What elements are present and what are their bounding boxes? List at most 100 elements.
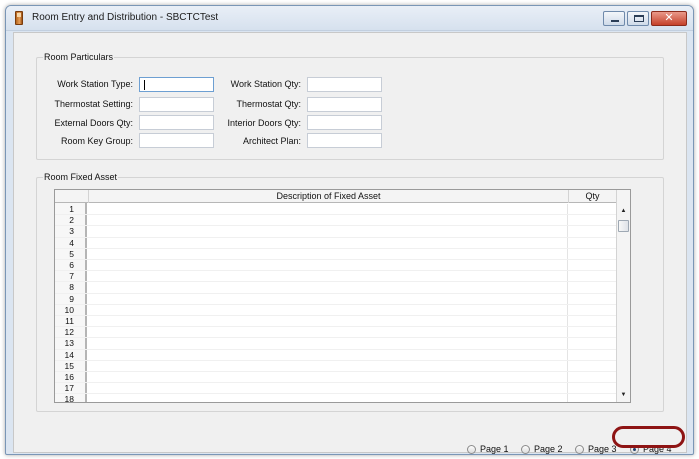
description-cell[interactable] (89, 360, 568, 371)
description-cell[interactable] (89, 215, 568, 226)
description-cell[interactable] (89, 237, 568, 248)
row-number-header (55, 190, 89, 203)
window-title: Room Entry and Distribution - SBCTCTest (32, 12, 219, 23)
table-row[interactable]: 7 (55, 271, 617, 283)
description-cell[interactable] (89, 349, 568, 360)
row-number: 2 (69, 215, 74, 226)
work-station-qty-label: Work Station Qty: (230, 79, 301, 89)
description-cell[interactable] (89, 304, 568, 315)
page-1-radio[interactable] (467, 445, 476, 454)
row-number: 17 (64, 383, 74, 394)
table-row[interactable]: 9 (55, 293, 617, 305)
description-cell[interactable] (89, 293, 568, 304)
thermostat-qty-label: Thermostat Qty: (236, 99, 301, 109)
table-row[interactable]: 8 (55, 282, 617, 294)
table-row[interactable]: 6 (55, 260, 617, 272)
text-caret (144, 80, 145, 90)
window-controls: ✕ (601, 11, 687, 26)
description-cell[interactable] (89, 327, 568, 338)
minimize-button[interactable] (603, 11, 625, 26)
table-row[interactable]: 5 (55, 248, 617, 260)
description-cell[interactable] (89, 248, 568, 259)
external-doors-qty-input[interactable] (139, 115, 214, 130)
description-cell[interactable] (89, 338, 568, 349)
page-2-radio[interactable] (521, 445, 530, 454)
row-number: 5 (69, 248, 74, 259)
table-row[interactable]: 16 (55, 372, 617, 384)
row-number: 13 (64, 338, 74, 349)
row-number: 16 (64, 372, 74, 382)
description-cell[interactable] (89, 383, 568, 394)
architect-plan-input[interactable] (307, 133, 382, 148)
row-number: 18 (64, 394, 74, 403)
table-row[interactable]: 12 (55, 327, 617, 339)
page-3-radio[interactable] (575, 445, 584, 454)
scroll-thumb[interactable] (618, 220, 629, 232)
row-number: 3 (69, 226, 74, 237)
description-column-header[interactable]: Description of Fixed Asset (89, 190, 569, 203)
description-cell[interactable] (89, 282, 568, 293)
thermostat-qty-input[interactable] (307, 97, 382, 112)
work-station-qty-input[interactable] (307, 77, 382, 92)
grid-header: Description of Fixed Asset Qty (55, 190, 617, 203)
description-cell[interactable] (89, 394, 568, 402)
row-number: 11 (65, 316, 74, 326)
page-2-label: Page 2 (534, 444, 563, 454)
room-particulars-title: Room Particulars (43, 52, 115, 62)
maximize-button[interactable] (627, 11, 649, 26)
table-row[interactable]: 11 (55, 316, 617, 328)
description-cell[interactable] (89, 204, 568, 215)
scroll-up-icon[interactable]: ▲ (617, 204, 630, 218)
table-row[interactable]: 2 (55, 215, 617, 227)
app-window: Room Entry and Distribution - SBCTCTest … (5, 5, 694, 455)
row-number: 15 (64, 360, 74, 371)
table-row[interactable]: 15 (55, 360, 617, 372)
description-cell[interactable] (89, 316, 568, 327)
architect-plan-label: Architect Plan: (242, 136, 301, 146)
description-cell[interactable] (89, 226, 568, 237)
table-row[interactable]: 3 (55, 226, 617, 238)
maximize-icon (634, 15, 644, 22)
description-cell[interactable] (89, 271, 568, 282)
page-option-1[interactable]: Page 1 (467, 443, 517, 454)
room-key-group-input[interactable] (139, 133, 214, 148)
row-number: 4 (69, 237, 74, 248)
thermostat-setting-input[interactable] (139, 97, 214, 112)
page-3-label: Page 3 (588, 444, 617, 454)
table-row[interactable]: 1 (55, 204, 617, 216)
page-1-label: Page 1 (480, 444, 509, 454)
table-row[interactable]: 13 (55, 338, 617, 350)
close-icon: ✕ (664, 12, 674, 24)
table-row[interactable]: 10 (55, 304, 617, 316)
row-number: 1 (69, 204, 74, 214)
title-bar[interactable]: Room Entry and Distribution - SBCTCTest … (6, 6, 693, 31)
highlight-annotation (612, 426, 685, 448)
table-row[interactable]: 17 (55, 383, 617, 395)
qty-column-header[interactable]: Qty (569, 190, 617, 203)
interior-doors-qty-input[interactable] (307, 115, 382, 130)
close-button[interactable]: ✕ (651, 11, 687, 26)
description-cell[interactable] (89, 372, 568, 383)
room-fixed-asset-title: Room Fixed Asset (43, 172, 119, 182)
table-row[interactable]: 14 (55, 349, 617, 361)
row-number: 8 (69, 282, 74, 293)
table-row[interactable]: 18 (55, 394, 617, 403)
row-number: 12 (64, 327, 74, 338)
row-number: 14 (64, 349, 74, 360)
vertical-scrollbar[interactable]: ▲ ▼ (616, 190, 630, 402)
row-number: 7 (69, 271, 74, 282)
fixed-asset-grid[interactable]: Description of Fixed Asset Qty 123456789… (54, 189, 631, 403)
page-option-2[interactable]: Page 2 (521, 443, 571, 454)
thermostat-setting-label: Thermostat Setting: (54, 99, 133, 109)
work-station-type-label: Work Station Type: (57, 79, 133, 89)
minimize-icon (611, 20, 619, 22)
table-row[interactable]: 4 (55, 237, 617, 249)
interior-doors-qty-label: Interior Doors Qty: (227, 118, 301, 128)
row-number: 10 (64, 304, 74, 315)
room-key-group-label: Room Key Group: (60, 136, 133, 146)
scroll-down-icon[interactable]: ▼ (617, 388, 630, 402)
window-client-area: Room Particulars Work Station Type: Ther… (13, 32, 687, 454)
description-cell[interactable] (89, 260, 568, 271)
row-number: 9 (69, 293, 74, 304)
work-station-type-input[interactable] (139, 77, 214, 92)
